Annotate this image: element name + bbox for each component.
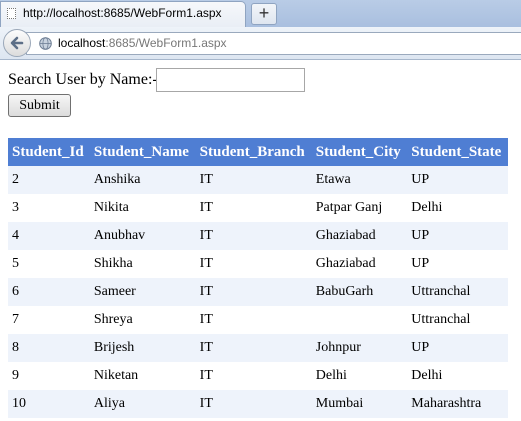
search-input[interactable] <box>156 68 305 92</box>
cell-student-id: 5 <box>8 250 90 278</box>
cell-student-id: 4 <box>8 222 90 250</box>
submit-button[interactable]: Submit <box>8 94 71 117</box>
browser-tab[interactable]: http://localhost:8685/WebForm1.aspx <box>0 1 246 27</box>
cell-student-city: Mumbai <box>311 390 408 418</box>
new-tab-button[interactable]: + <box>251 3 277 25</box>
table-row: 7 Shreya IT Uttranchal <box>8 306 508 334</box>
cell-student-city: Etawa <box>311 166 408 194</box>
students-table: Student_Id Student_Name Student_Branch S… <box>8 138 508 418</box>
cell-student-branch: IT <box>195 166 312 194</box>
cell-student-state: Uttranchal <box>407 278 508 306</box>
cell-student-name: Anshika <box>89 166 196 194</box>
cell-student-city: Ghaziabad <box>311 222 408 250</box>
page-icon <box>7 8 16 19</box>
back-arrow-icon <box>10 36 24 50</box>
cell-student-branch: IT <box>195 334 312 362</box>
cell-student-branch: IT <box>195 306 312 334</box>
cell-student-state: Delhi <box>407 194 508 222</box>
table-row: 6 Sameer IT BabuGarh Uttranchal <box>8 278 508 306</box>
search-label: Search User by Name:- <box>8 71 158 88</box>
column-header-student-id: Student_Id <box>8 138 90 166</box>
cell-student-id: 7 <box>8 306 90 334</box>
table-row: 4 Anubhav IT Ghaziabad UP <box>8 222 508 250</box>
cell-student-id: 10 <box>8 390 90 418</box>
cell-student-city: Johnpur <box>311 334 408 362</box>
cell-student-id: 8 <box>8 334 90 362</box>
cell-student-name: Brijesh <box>89 334 196 362</box>
cell-student-name: Shreya <box>89 306 196 334</box>
table-row: 3 Nikita IT Patpar Ganj Delhi <box>8 194 508 222</box>
back-button[interactable] <box>3 29 31 57</box>
table-row: 10 Aliya IT Mumbai Maharashtra <box>8 390 508 418</box>
cell-student-city: BabuGarh <box>311 278 408 306</box>
cell-student-city <box>311 306 408 334</box>
cell-student-branch: IT <box>195 278 312 306</box>
cell-student-name: Anubhav <box>89 222 196 250</box>
cell-student-id: 2 <box>8 166 90 194</box>
table-row: 9 Niketan IT Delhi Delhi <box>8 362 508 390</box>
cell-student-city: Ghaziabad <box>311 250 408 278</box>
address-bar[interactable]: localhost:8685/WebForm1.aspx <box>26 32 521 55</box>
cell-student-state: UP <box>407 166 508 194</box>
table-row: 2 Anshika IT Etawa UP <box>8 166 508 194</box>
cell-student-state: UP <box>407 250 508 278</box>
cell-student-city: Patpar Ganj <box>311 194 408 222</box>
cell-student-id: 6 <box>8 278 90 306</box>
cell-student-branch: IT <box>195 194 312 222</box>
cell-student-city: Delhi <box>311 362 408 390</box>
cell-student-branch: IT <box>195 362 312 390</box>
url-text: localhost:8685/WebForm1.aspx <box>58 36 227 50</box>
table-header-row: Student_Id Student_Name Student_Branch S… <box>8 138 508 166</box>
url-host: localhost <box>58 36 106 50</box>
column-header-student-branch: Student_Branch <box>195 138 312 166</box>
cell-student-name: Niketan <box>89 362 196 390</box>
cell-student-branch: IT <box>195 250 312 278</box>
tab-strip: http://localhost:8685/WebForm1.aspx + <box>0 0 521 27</box>
cell-student-state: UP <box>407 334 508 362</box>
column-header-student-name: Student_Name <box>89 138 196 166</box>
tab-title: http://localhost:8685/WebForm1.aspx <box>23 6 222 20</box>
cell-student-branch: IT <box>195 222 312 250</box>
cell-student-branch: IT <box>195 390 312 418</box>
cell-student-id: 9 <box>8 362 90 390</box>
column-header-student-state: Student_State <box>407 138 508 166</box>
url-path: :8685/WebForm1.aspx <box>105 36 227 50</box>
table-row: 8 Brijesh IT Johnpur UP <box>8 334 508 362</box>
search-row: Search User by Name:- <box>8 68 328 94</box>
column-header-student-city: Student_City <box>311 138 408 166</box>
cell-student-name: Shikha <box>89 250 196 278</box>
cell-student-state: Maharashtra <box>407 390 508 418</box>
table-row: 5 Shikha IT Ghaziabad UP <box>8 250 508 278</box>
cell-student-name: Sameer <box>89 278 196 306</box>
cell-student-state: UP <box>407 222 508 250</box>
cell-student-name: Aliya <box>89 390 196 418</box>
cell-student-name: Nikita <box>89 194 196 222</box>
cell-student-state: Delhi <box>407 362 508 390</box>
globe-icon <box>39 37 52 50</box>
navigation-bar: localhost:8685/WebForm1.aspx <box>0 27 521 60</box>
cell-student-id: 3 <box>8 194 90 222</box>
cell-student-state: Uttranchal <box>407 306 508 334</box>
